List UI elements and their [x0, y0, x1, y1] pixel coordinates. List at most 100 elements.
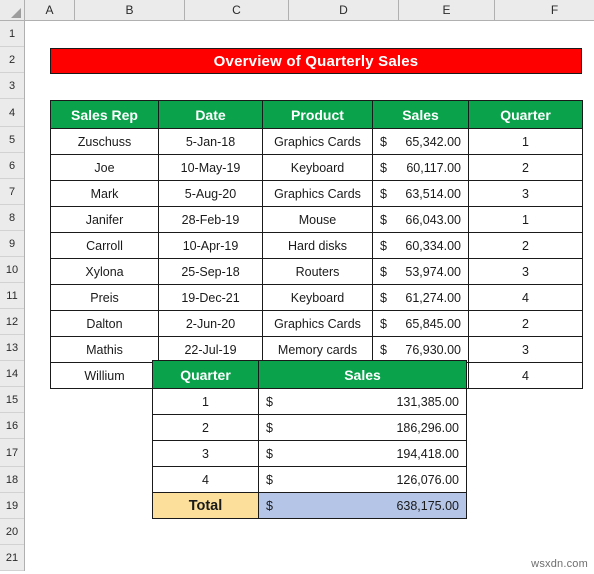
row-header-6[interactable]: 6: [0, 153, 24, 179]
cell-product[interactable]: Memory cards: [262, 336, 373, 363]
summary-column-quarter[interactable]: Quarter: [152, 360, 259, 389]
cell-date[interactable]: 2-Jun-20: [158, 310, 263, 337]
spreadsheet-grid[interactable]: A B C D E F 1 2 3 4 5 6 7 8 9 10 11 12 13 14 15 16 17 18 1…: [0, 0, 594, 574]
row-header-12[interactable]: 12: [0, 309, 24, 335]
cell-date[interactable]: 28-Feb-19: [158, 206, 263, 233]
cell-sales[interactable]: $60,334.00: [372, 232, 469, 259]
cell-sales_rep[interactable]: Willium: [50, 362, 159, 389]
cell-quarter[interactable]: 4: [468, 284, 583, 311]
row-header-8[interactable]: 8: [0, 205, 24, 231]
summary-cell-quarter[interactable]: 4: [152, 466, 259, 493]
cell-product[interactable]: Mouse: [262, 206, 373, 233]
row-header-4[interactable]: 4: [0, 99, 24, 127]
cell-sales[interactable]: $53,974.00: [372, 258, 469, 285]
column-sales[interactable]: Sales: [372, 100, 469, 129]
column-date[interactable]: Date: [158, 100, 263, 129]
cell-quarter[interactable]: 2: [468, 310, 583, 337]
cell-sales_rep[interactable]: Preis: [50, 284, 159, 311]
summary-cell-sales[interactable]: $131,385.00: [258, 388, 467, 415]
total-label[interactable]: Total: [152, 492, 259, 519]
column-header-c[interactable]: C: [185, 0, 289, 20]
cell-quarter[interactable]: 1: [468, 128, 583, 155]
row-header-13[interactable]: 13: [0, 335, 24, 361]
summary-cell-sales[interactable]: $194,418.00: [258, 440, 467, 467]
cell-quarter[interactable]: 2: [468, 232, 583, 259]
cell-product[interactable]: Keyboard: [262, 284, 373, 311]
row-header-21[interactable]: 21: [0, 545, 24, 571]
row-header-5[interactable]: 5: [0, 127, 24, 153]
table-row[interactable]: Carroll 10-Apr-19 Hard disks $60,334.00 2: [50, 232, 583, 259]
summary-cell-sales[interactable]: $638,175.00: [258, 492, 467, 519]
quarterly-sales-table[interactable]: Sales Rep Date Product Sales Quarter Zus…: [50, 100, 583, 389]
column-header-e[interactable]: E: [399, 0, 495, 20]
summary-row[interactable]: 1 $131,385.00: [152, 388, 467, 415]
column-product[interactable]: Product: [262, 100, 373, 129]
cell-product[interactable]: Graphics Cards: [262, 128, 373, 155]
cell-sales_rep[interactable]: Zuschuss: [50, 128, 159, 155]
cell-sales[interactable]: $61,274.00: [372, 284, 469, 311]
cell-sales[interactable]: $63,514.00: [372, 180, 469, 207]
cell-product[interactable]: Graphics Cards: [262, 180, 373, 207]
cell-quarter[interactable]: 1: [468, 206, 583, 233]
table-row[interactable]: Dalton 2-Jun-20 Graphics Cards $65,845.00 2: [50, 310, 583, 337]
summary-cell-quarter[interactable]: 3: [152, 440, 259, 467]
cell-sales_rep[interactable]: Joe: [50, 154, 159, 181]
cell-sales_rep[interactable]: Mark: [50, 180, 159, 207]
row-header-19[interactable]: 19: [0, 493, 24, 519]
row-header-3[interactable]: 3: [0, 73, 24, 99]
cell-quarter[interactable]: 3: [468, 180, 583, 207]
summary-total-row[interactable]: Total $638,175.00: [152, 492, 467, 519]
cell-date[interactable]: 10-May-19: [158, 154, 263, 181]
table-row[interactable]: Preis 19-Dec-21 Keyboard $61,274.00 4: [50, 284, 583, 311]
column-header-d[interactable]: D: [289, 0, 399, 20]
cell-sales_rep[interactable]: Xylona: [50, 258, 159, 285]
row-header-7[interactable]: 7: [0, 179, 24, 205]
summary-cell-sales[interactable]: $186,296.00: [258, 414, 467, 441]
cell-date[interactable]: 25-Sep-18: [158, 258, 263, 285]
table-row[interactable]: Mark 5-Aug-20 Graphics Cards $63,514.00 3: [50, 180, 583, 207]
cell-sales_rep[interactable]: Mathis: [50, 336, 159, 363]
cell-sales[interactable]: $66,043.00: [372, 206, 469, 233]
column-header-f[interactable]: F: [495, 0, 594, 20]
cell-date[interactable]: 10-Apr-19: [158, 232, 263, 259]
row-header-16[interactable]: 16: [0, 413, 24, 439]
table-row[interactable]: Zuschuss 5-Jan-18 Graphics Cards $65,342.00…: [50, 128, 583, 155]
table-row[interactable]: Mathis 22-Jul-19 Memory cards $76,930.00 3: [50, 336, 583, 363]
cell-sales[interactable]: $76,930.00: [372, 336, 469, 363]
row-header-17[interactable]: 17: [0, 439, 24, 467]
cell-quarter[interactable]: 2: [468, 154, 583, 181]
cell-quarter[interactable]: 3: [468, 336, 583, 363]
cell-date[interactable]: 5-Jan-18: [158, 128, 263, 155]
table-row[interactable]: Janifer 28-Feb-19 Mouse $66,043.00 1: [50, 206, 583, 233]
cell-sales[interactable]: $65,845.00: [372, 310, 469, 337]
sheet-cells-area[interactable]: Overview of Quarterly Sales Sales Rep Da…: [25, 21, 594, 574]
summary-cell-quarter[interactable]: 1: [152, 388, 259, 415]
cell-quarter[interactable]: 4: [468, 362, 583, 389]
cell-product[interactable]: Hard disks: [262, 232, 373, 259]
row-header-18[interactable]: 18: [0, 467, 24, 493]
cell-date[interactable]: 19-Dec-21: [158, 284, 263, 311]
quarter-summary-table[interactable]: Quarter Sales 1 $131,385.00 2 $186,296.00 3 $…: [152, 360, 467, 519]
cell-product[interactable]: Graphics Cards: [262, 310, 373, 337]
summary-cell-quarter[interactable]: 2: [152, 414, 259, 441]
cell-sales_rep[interactable]: Dalton: [50, 310, 159, 337]
row-header-9[interactable]: 9: [0, 231, 24, 257]
row-header-2[interactable]: 2: [0, 47, 24, 73]
row-header-10[interactable]: 10: [0, 257, 24, 283]
cell-date[interactable]: 22-Jul-19: [158, 336, 263, 363]
cell-product[interactable]: Keyboard: [262, 154, 373, 181]
summary-cell-sales[interactable]: $126,076.00: [258, 466, 467, 493]
table-row[interactable]: Joe 10-May-19 Keyboard $60,117.00 2: [50, 154, 583, 181]
column-header-a[interactable]: A: [25, 0, 75, 20]
cell-product[interactable]: Routers: [262, 258, 373, 285]
row-header-15[interactable]: 15: [0, 387, 24, 413]
row-header-11[interactable]: 11: [0, 283, 24, 309]
column-header-b[interactable]: B: [75, 0, 185, 20]
row-header-14[interactable]: 14: [0, 361, 24, 387]
column-sales-rep[interactable]: Sales Rep: [50, 100, 159, 129]
summary-row[interactable]: 2 $186,296.00: [152, 414, 467, 441]
row-header-1[interactable]: 1: [0, 21, 24, 47]
column-quarter[interactable]: Quarter: [468, 100, 583, 129]
summary-row[interactable]: 4 $126,076.00: [152, 466, 467, 493]
select-all-button[interactable]: [0, 0, 25, 20]
